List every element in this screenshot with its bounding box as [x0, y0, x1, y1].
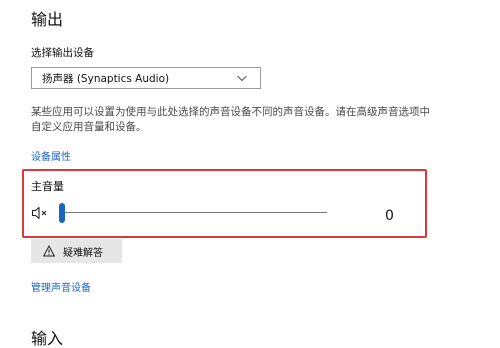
output-device-description: 某些应用可以设置为使用与此处选择的声音设备不同的声音设备。请在高级声音选项中自定… — [31, 106, 430, 133]
output-device-label: 选择输出设备 — [31, 47, 94, 59]
troubleshoot-button[interactable]: 疑难解答 — [31, 239, 122, 263]
master-volume-label: 主音量 — [31, 180, 64, 193]
input-section-title: 输入 — [31, 329, 64, 348]
volume-slider-track — [59, 212, 327, 213]
master-volume-value: 0 — [385, 208, 394, 224]
master-volume-slider[interactable] — [59, 203, 327, 223]
troubleshoot-button-label: 疑难解答 — [63, 247, 103, 259]
speaker-muted-icon[interactable] — [31, 206, 49, 220]
sound-settings-page: 输出 选择输出设备 扬声器 (Synaptics Audio) 某些应用可以设置… — [0, 0, 500, 348]
device-properties-link[interactable]: 设备属性 — [31, 148, 71, 163]
chevron-down-icon — [237, 75, 247, 82]
manage-sound-devices-link[interactable]: 管理声音设备 — [31, 279, 91, 294]
volume-slider-thumb[interactable] — [59, 203, 65, 223]
warning-icon — [43, 245, 55, 257]
output-section-title: 输出 — [31, 10, 64, 29]
output-device-dropdown[interactable]: 扬声器 (Synaptics Audio) — [31, 67, 261, 89]
output-device-selected-value: 扬声器 (Synaptics Audio) — [42, 73, 170, 85]
